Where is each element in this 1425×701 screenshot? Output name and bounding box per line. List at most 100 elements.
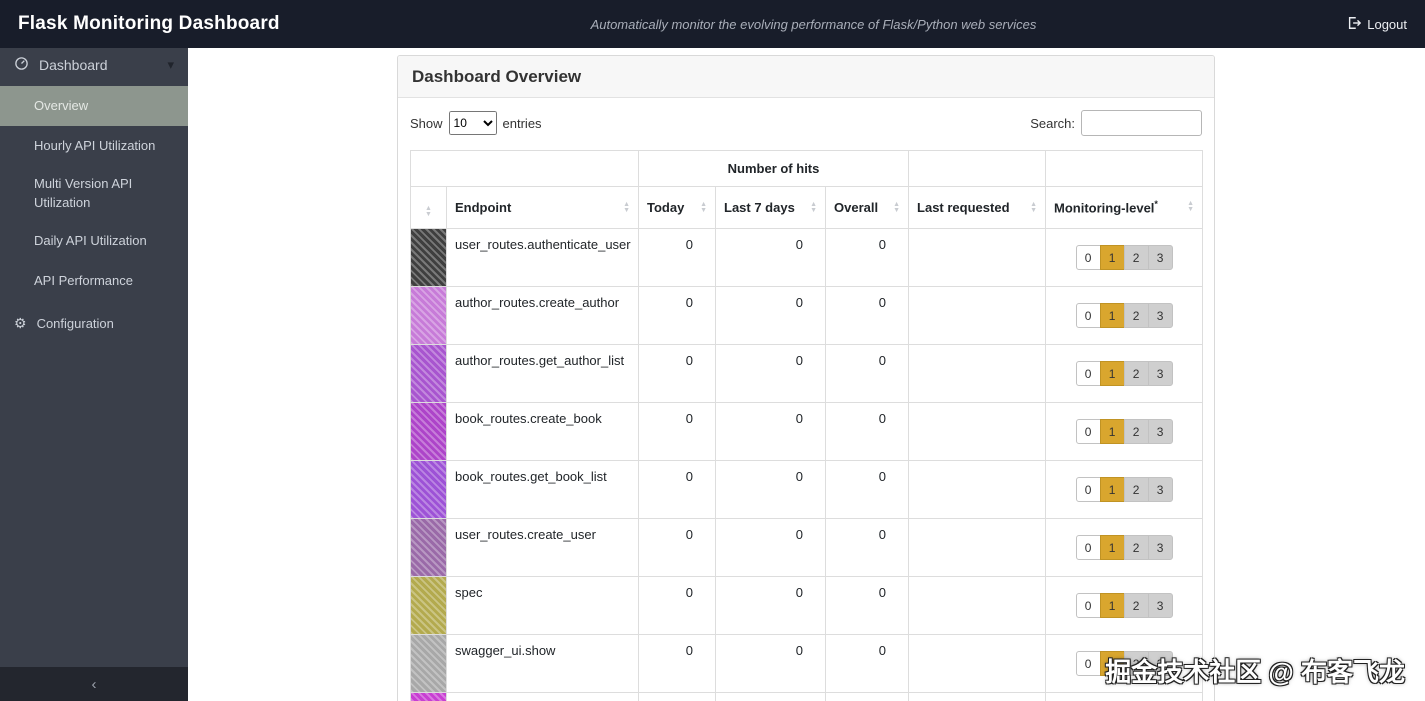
monitoring-level-cell: 0123 <box>1045 460 1204 519</box>
last-requested-value <box>908 402 1047 461</box>
entries-label: entries <box>502 115 542 131</box>
endpoint-name <box>446 692 639 701</box>
column-header-color[interactable]: ▲ ▼ <box>410 186 447 229</box>
group-header-blank-monitoring <box>1045 150 1204 187</box>
column-header-label: Overall <box>834 200 879 215</box>
column-header-endpoint[interactable]: Endpoint ▲ ▼ <box>446 186 639 229</box>
endpoint-color-swatch <box>411 519 446 576</box>
monitoring-level-3-button[interactable]: 3 <box>1147 303 1173 328</box>
monitoring-level-1-button[interactable]: 1 <box>1099 361 1125 386</box>
monitoring-level-0-button[interactable]: 0 <box>1075 651 1101 676</box>
sidebar-item-overview[interactable]: Overview <box>0 86 188 126</box>
sort-icon[interactable]: ▲ ▼ <box>425 205 432 218</box>
endpoint-color-cell <box>410 460 447 519</box>
column-header-last-requested[interactable]: Last requested ▲ ▼ <box>908 186 1047 229</box>
sidebar-item-configuration[interactable]: ⚙ Configuration <box>0 304 188 344</box>
app-subtitle: Automatically monitor the evolving perfo… <box>590 16 1037 32</box>
entries-select[interactable]: 10 <box>448 111 497 135</box>
search-input[interactable] <box>1081 110 1202 136</box>
column-header-overall[interactable]: Overall ▲ ▼ <box>824 186 910 229</box>
monitoring-level-group: 0123 <box>1075 361 1173 386</box>
sort-icon[interactable]: ▲ ▼ <box>1187 200 1194 213</box>
hits-last7: 0 <box>715 460 826 519</box>
sidebar-item-api-performance[interactable]: API Performance <box>0 262 188 302</box>
monitoring-level-2-button[interactable]: 2 <box>1123 245 1149 270</box>
column-header-last-7-days[interactable]: Last 7 days ▲ ▼ <box>715 186 826 229</box>
monitoring-level-1-button[interactable]: 1 <box>1099 477 1125 502</box>
monitoring-level-3-button[interactable]: 3 <box>1147 535 1173 560</box>
monitoring-level-group: 0123 <box>1075 477 1173 502</box>
monitoring-level-0-button[interactable]: 0 <box>1075 419 1101 444</box>
monitoring-level-1-button[interactable]: 1 <box>1099 303 1125 328</box>
monitoring-level-0-button[interactable]: 0 <box>1075 361 1101 386</box>
hits-last7: 0 <box>715 344 826 403</box>
table-row: user_routes.authenticate_user 0 0 0 0 1 2 3 <box>410 228 1204 287</box>
monitoring-level-group: 0123 <box>1075 593 1173 618</box>
sort-icon[interactable]: ▲ ▼ <box>893 201 900 214</box>
monitoring-level-3-button[interactable]: 3 <box>1147 419 1173 444</box>
column-header-label: Today <box>647 200 685 215</box>
group-header-blank <box>410 150 639 187</box>
hits-today <box>638 692 716 701</box>
sidebar-item-daily-api-utilization[interactable]: Daily API Utilization <box>0 222 188 262</box>
monitoring-level-2-button[interactable]: 2 <box>1123 535 1149 560</box>
monitoring-level-3-button[interactable]: 3 <box>1147 477 1173 502</box>
endpoint-name: swagger_ui.show <box>446 634 639 693</box>
hits-last7: 0 <box>715 576 826 635</box>
table-row: 0123 <box>410 692 1204 701</box>
sidebar-item-dashboard[interactable]: Dashboard ▾ <box>0 48 188 82</box>
monitoring-level-0-button[interactable]: 0 <box>1075 245 1101 270</box>
sort-icon[interactable]: ▲ ▼ <box>1030 201 1037 214</box>
column-header-today[interactable]: Today ▲ ▼ <box>638 186 716 229</box>
endpoint-color-swatch <box>411 461 446 518</box>
monitoring-level-1-button[interactable]: 1 <box>1099 419 1125 444</box>
monitoring-level-1-button[interactable]: 1 <box>1099 593 1125 618</box>
monitoring-level-0-button[interactable]: 0 <box>1075 593 1101 618</box>
monitoring-level-2-button[interactable]: 2 <box>1123 361 1149 386</box>
sort-icon[interactable]: ▲ ▼ <box>810 201 817 214</box>
card-header: Dashboard Overview <box>398 56 1214 98</box>
group-header-number-of-hits: Number of hits <box>637 150 910 187</box>
hits-last7: 0 <box>715 228 826 287</box>
table-row: spec 0 0 0 0 1 2 3 <box>410 576 1204 635</box>
monitoring-level-3-button[interactable]: 3 <box>1147 245 1173 270</box>
monitoring-level-2-button[interactable]: 2 <box>1123 477 1149 502</box>
endpoint-color-swatch <box>411 403 446 460</box>
column-header-label: Endpoint <box>455 200 512 215</box>
monitoring-level-1-button[interactable]: 1 <box>1099 245 1125 270</box>
monitoring-level-3-button[interactable]: 3 <box>1147 361 1173 386</box>
endpoint-color-cell <box>410 228 447 287</box>
monitoring-level-3-button[interactable]: 3 <box>1147 593 1173 618</box>
hits-overall: 0 <box>824 518 910 577</box>
search-label: Search: <box>1030 115 1075 131</box>
monitoring-level-0-button[interactable]: 0 <box>1075 535 1101 560</box>
endpoint-color-swatch <box>411 229 446 286</box>
page-title: Dashboard Overview <box>412 66 582 86</box>
monitoring-level-0-button[interactable]: 0 <box>1075 477 1101 502</box>
sort-icon[interactable]: ▲ ▼ <box>623 201 630 214</box>
hits-last7: 0 <box>715 518 826 577</box>
dashboard-gauge-icon <box>14 56 29 74</box>
endpoint-color-swatch <box>411 345 446 402</box>
monitoring-level-1-button[interactable]: 1 <box>1099 535 1125 560</box>
sort-icon[interactable]: ▲ ▼ <box>700 201 707 214</box>
main-content: Dashboard Overview Show 10 entries Searc… <box>188 48 1425 701</box>
column-header-label: Last requested <box>917 200 1010 215</box>
logout-button[interactable]: Logout <box>1347 16 1425 33</box>
hits-today: 0 <box>638 576 716 635</box>
column-header-monitoring-level-[interactable]: Monitoring-level* ▲ ▼ <box>1045 186 1204 229</box>
monitoring-level-0-button[interactable]: 0 <box>1075 303 1101 328</box>
sidebar-item-hourly-api-utilization[interactable]: Hourly API Utilization <box>0 126 188 166</box>
monitoring-level-2-button[interactable]: 2 <box>1123 593 1149 618</box>
hits-overall: 0 <box>824 460 910 519</box>
monitoring-level-2-button[interactable]: 2 <box>1123 419 1149 444</box>
hits-overall: 0 <box>824 576 910 635</box>
endpoint-color-cell <box>410 402 447 461</box>
sidebar-collapse-button[interactable]: ‹ <box>0 667 188 701</box>
monitoring-level-2-button[interactable]: 2 <box>1123 303 1149 328</box>
sidebar-item-multi-version-api-utilization[interactable]: Multi Version API Utilization <box>0 166 188 222</box>
endpoint-name: book_routes.create_book <box>446 402 639 461</box>
endpoint-color-cell <box>410 634 447 693</box>
last-requested-value <box>908 692 1047 701</box>
hits-today: 0 <box>638 634 716 693</box>
